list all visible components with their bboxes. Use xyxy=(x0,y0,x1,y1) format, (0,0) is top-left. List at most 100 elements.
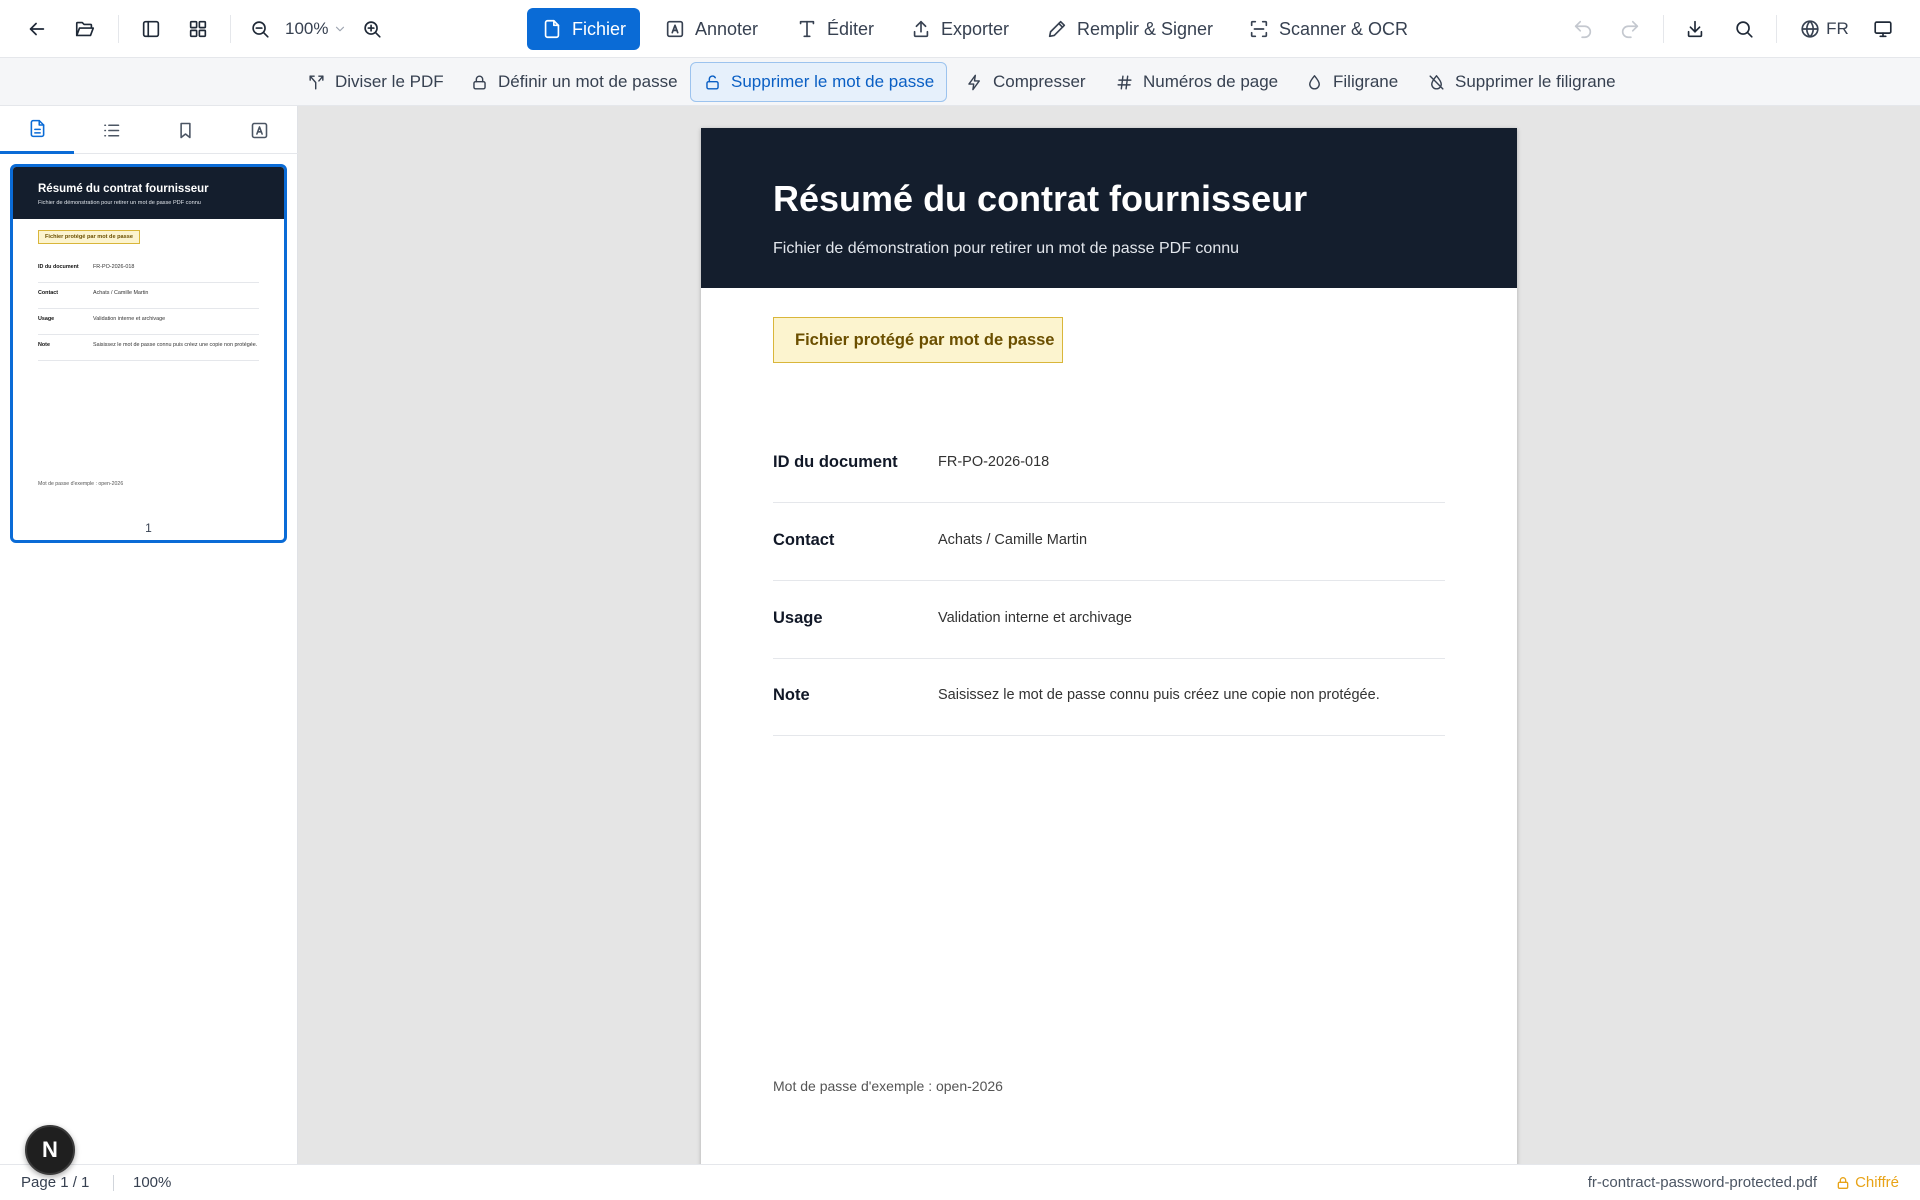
thumbnail-header: Résumé du contrat fournisseur Fichier de… xyxy=(13,167,284,219)
sidebar-tabs xyxy=(0,106,298,154)
tab-bookmarks[interactable] xyxy=(148,106,222,154)
page-indicator: Page 1 / 1 xyxy=(21,1174,90,1191)
tool-label: Supprimer le filigrane xyxy=(1455,72,1616,91)
tool-label: Numéros de page xyxy=(1143,72,1279,91)
file-tools-bar: Diviser le PDF Définir un mot de passe S… xyxy=(0,58,1920,106)
main-toolbar: 100% Fichier Annoter Éditer Exporter Rem… xyxy=(0,0,1920,58)
zoom-out-icon xyxy=(249,18,271,40)
language-button[interactable]: FR xyxy=(1794,10,1854,48)
zoom-value: 100% xyxy=(285,19,329,38)
split-icon xyxy=(307,73,326,92)
lock-icon xyxy=(470,73,489,92)
protected-badge: Fichier protégé par mot de passe xyxy=(773,317,1063,363)
zoom-select[interactable]: 100% xyxy=(285,10,347,48)
thumbnail-row: Contact Achats / Camille Martin xyxy=(38,283,259,309)
unlock-icon xyxy=(703,73,722,92)
redo-button[interactable] xyxy=(1613,10,1647,48)
redo-icon xyxy=(1619,18,1641,40)
pen-icon xyxy=(1046,18,1068,40)
download-button[interactable] xyxy=(1678,10,1712,48)
tab-outline[interactable] xyxy=(74,106,148,154)
grid-view-button[interactable] xyxy=(181,10,215,48)
tool-label: Compresser xyxy=(993,72,1086,91)
field-label: Usage xyxy=(773,609,823,627)
thumbnail-row-label: Usage xyxy=(38,316,55,322)
sidebar-icon xyxy=(140,18,162,40)
compress-button[interactable]: Compresser xyxy=(952,62,1099,102)
tab-annotations[interactable] xyxy=(222,106,296,154)
avatar[interactable]: N xyxy=(25,1125,75,1175)
toolbar-divider xyxy=(118,15,119,43)
outline-list-icon xyxy=(101,120,122,141)
split-pdf-button[interactable]: Diviser le PDF xyxy=(294,62,457,102)
document-viewer[interactable]: Résumé du contrat fournisseur Fichier de… xyxy=(298,106,1920,1164)
zoom-in-button[interactable] xyxy=(355,10,389,48)
open-file-button[interactable] xyxy=(68,10,102,48)
arrow-left-icon xyxy=(26,18,48,40)
tab-remplir-signer[interactable]: Remplir & Signer xyxy=(1032,8,1227,50)
globe-icon xyxy=(1799,18,1821,40)
undo-icon xyxy=(1572,18,1594,40)
thumbnail-row-value: FR-PO-2026-018 xyxy=(93,264,135,270)
zoom-out-button[interactable] xyxy=(243,10,277,48)
grid-icon xyxy=(187,18,209,40)
bolt-icon xyxy=(965,73,984,92)
field-value: FR-PO-2026-018 xyxy=(938,454,1050,470)
tab-editer[interactable]: Éditer xyxy=(782,8,888,50)
back-button[interactable] xyxy=(20,10,54,48)
thumbnail-badge: Fichier protégé par mot de passe xyxy=(38,230,140,244)
tab-exporter[interactable]: Exporter xyxy=(896,8,1023,50)
thumbnail-page-number: 1 xyxy=(145,521,152,535)
droplet-icon xyxy=(1305,73,1324,92)
remove-watermark-button[interactable]: Supprimer le filigrane xyxy=(1414,62,1629,102)
thumbnail-title: Résumé du contrat fournisseur xyxy=(38,183,209,195)
thumbnail-row-label: Note xyxy=(38,342,50,348)
toggle-sidebar-button[interactable] xyxy=(134,10,168,48)
field-label: Note xyxy=(773,686,810,704)
field-label: ID du document xyxy=(773,453,898,471)
thumbnail-footer: Mot de passe d'exemple : open-2026 xyxy=(38,481,124,487)
annotation-box-icon xyxy=(249,120,270,141)
status-bar: Page 1 / 1 100% fr-contract-password-pro… xyxy=(0,1164,1920,1200)
tab-label: Exporter xyxy=(941,18,1010,39)
tab-annoter[interactable]: Annoter xyxy=(650,8,772,50)
lock-icon xyxy=(1835,1175,1851,1191)
thumbnail-row-value: Achats / Camille Martin xyxy=(93,290,149,296)
toolbar-divider xyxy=(1663,15,1664,43)
chevron-down-icon xyxy=(333,22,347,36)
undo-button[interactable] xyxy=(1566,10,1600,48)
status-zoom: 100% xyxy=(133,1174,172,1191)
tab-fichier[interactable]: Fichier xyxy=(527,8,641,50)
encryption-label: Chiffré xyxy=(1855,1174,1899,1191)
scan-icon xyxy=(1248,18,1270,40)
tool-label: Filigrane xyxy=(1333,72,1399,91)
upload-icon xyxy=(910,18,932,40)
file-icon xyxy=(541,18,563,40)
left-sidebar: Résumé du contrat fournisseur Fichier de… xyxy=(0,106,298,1164)
field-value: Validation interne et archivage xyxy=(938,610,1132,626)
search-button[interactable] xyxy=(1727,10,1761,48)
page-thumbnail[interactable]: Résumé du contrat fournisseur Fichier de… xyxy=(10,164,287,543)
presentation-button[interactable] xyxy=(1866,10,1900,48)
type-icon xyxy=(796,18,818,40)
set-password-button[interactable]: Définir un mot de passe xyxy=(457,62,691,102)
page-numbers-button[interactable]: Numéros de page xyxy=(1102,62,1291,102)
pdf-page: Résumé du contrat fournisseur Fichier de… xyxy=(701,128,1517,1164)
tab-page-thumbnails[interactable] xyxy=(0,106,74,154)
tab-scanner-ocr[interactable]: Scanner & OCR xyxy=(1234,8,1422,50)
thumbnail-row-label: Contact xyxy=(38,290,59,296)
watermark-button[interactable]: Filigrane xyxy=(1292,62,1411,102)
document-field-row: Usage Validation interne et archivage xyxy=(773,581,1445,659)
monitor-icon xyxy=(1872,18,1894,40)
tab-label: Scanner & OCR xyxy=(1279,18,1409,39)
document-subtitle: Fichier de démonstration pour retirer un… xyxy=(773,240,1240,257)
status-divider xyxy=(113,1175,114,1191)
download-icon xyxy=(1684,18,1706,40)
file-name: fr-contract-password-protected.pdf xyxy=(1587,1174,1817,1191)
thumbnail-page-preview: Résumé du contrat fournisseur Fichier de… xyxy=(13,167,284,507)
thumbnail-row: ID du document FR-PO-2026-018 xyxy=(38,257,259,283)
remove-password-button[interactable]: Supprimer le mot de passe xyxy=(690,62,948,102)
page-thumbnails-icon xyxy=(27,118,48,139)
tab-label: Remplir & Signer xyxy=(1077,18,1214,39)
search-icon xyxy=(1733,18,1755,40)
